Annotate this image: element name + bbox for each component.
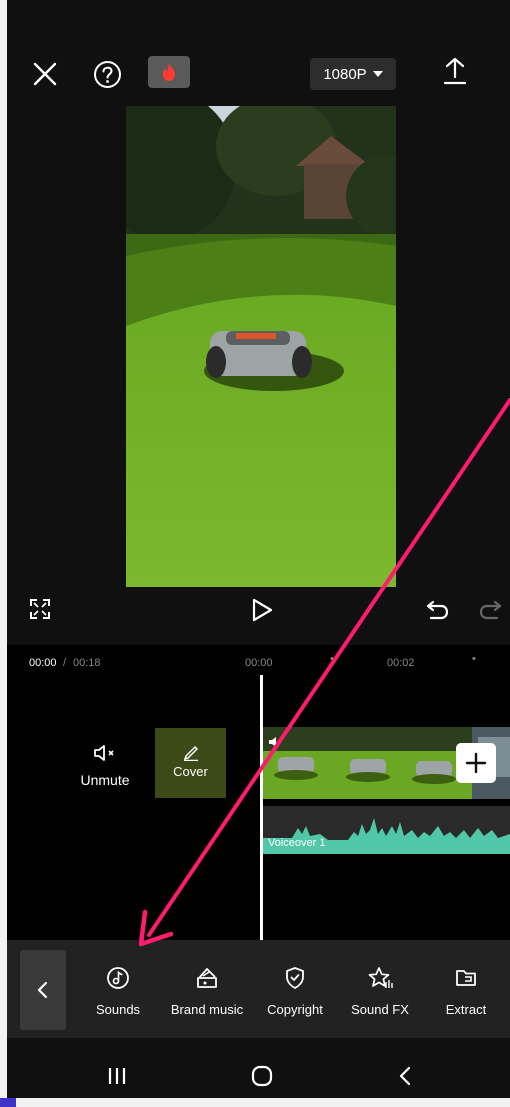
fullscreen-icon[interactable] bbox=[29, 598, 51, 620]
pro-button[interactable] bbox=[148, 56, 190, 88]
unmute-label: Unmute bbox=[80, 772, 130, 788]
cover-button[interactable]: Cover bbox=[155, 728, 226, 798]
chevron-down-icon bbox=[372, 71, 383, 77]
extract-tool[interactable]: Extract bbox=[437, 940, 495, 1038]
app-screen: 1080P 00:00 / 00:18 00:00 • 00:02 • Unmu… bbox=[7, 0, 510, 1098]
export-icon[interactable] bbox=[443, 56, 467, 86]
brand-music-tool[interactable]: Brand music bbox=[165, 940, 249, 1038]
home-icon[interactable] bbox=[250, 1064, 274, 1088]
system-nav-bar bbox=[7, 1038, 510, 1098]
cover-label: Cover bbox=[173, 764, 208, 779]
close-icon[interactable] bbox=[32, 61, 58, 87]
tool-label: Brand music bbox=[170, 1002, 244, 1017]
time-total: 00:18 bbox=[73, 657, 101, 669]
speaker-muted-icon bbox=[94, 745, 114, 761]
video-frame-image bbox=[126, 106, 396, 587]
ruler-dot: • bbox=[472, 653, 476, 665]
redo-icon[interactable] bbox=[477, 598, 503, 622]
sounds-tool[interactable]: Sounds bbox=[93, 940, 143, 1038]
toolbar-back-button[interactable] bbox=[20, 950, 66, 1030]
tool-label: Sound FX bbox=[351, 1002, 409, 1017]
ruler-dot: • bbox=[330, 653, 334, 665]
voiceover-track[interactable]: Voiceover 1 bbox=[262, 806, 510, 854]
tool-label: Sounds bbox=[95, 1002, 141, 1017]
help-icon[interactable] bbox=[93, 60, 122, 89]
flame-icon bbox=[163, 63, 175, 81]
video-clip-thumbnail bbox=[332, 727, 402, 799]
ruler-mark: 00:00 bbox=[245, 657, 273, 669]
video-preview[interactable] bbox=[126, 106, 396, 587]
voiceover-label: Voiceover 1 bbox=[268, 837, 326, 849]
tool-label: Copyright bbox=[267, 1002, 323, 1017]
resolution-dropdown[interactable]: 1080P bbox=[310, 58, 396, 90]
time-separator: / bbox=[63, 657, 67, 669]
sound-fx-tool[interactable]: Sound FX bbox=[345, 940, 415, 1038]
timeline-panel[interactable]: 00:00 / 00:18 00:00 • 00:02 • Unmute Cov… bbox=[7, 645, 510, 940]
resolution-value: 1080P bbox=[323, 65, 367, 83]
add-clip-button[interactable] bbox=[456, 743, 496, 783]
back-icon[interactable] bbox=[397, 1065, 413, 1087]
shield-check-icon bbox=[286, 967, 304, 989]
play-icon[interactable] bbox=[250, 597, 274, 623]
time-current: 00:00 bbox=[29, 657, 57, 669]
playhead[interactable] bbox=[260, 675, 263, 940]
audio-toolbar: Sounds Brand music Copyright Sound FX Ex… bbox=[7, 940, 510, 1038]
plus-icon bbox=[465, 752, 487, 774]
star-sound-icon bbox=[368, 967, 393, 988]
tool-label: Extract bbox=[445, 1002, 487, 1017]
chevron-left-icon bbox=[37, 981, 48, 999]
edge-stripe bbox=[0, 1098, 16, 1107]
music-note-icon bbox=[107, 967, 129, 989]
pencil-icon bbox=[183, 745, 198, 762]
copyright-tool[interactable]: Copyright bbox=[261, 940, 329, 1038]
ruler-mark: 00:02 bbox=[387, 657, 415, 669]
undo-icon[interactable] bbox=[425, 598, 451, 622]
recent-apps-icon[interactable] bbox=[106, 1066, 128, 1086]
unmute-button[interactable]: Unmute bbox=[70, 743, 140, 788]
brand-music-icon bbox=[197, 968, 217, 988]
folder-icon bbox=[456, 970, 476, 986]
speaker-icon bbox=[269, 737, 276, 747]
